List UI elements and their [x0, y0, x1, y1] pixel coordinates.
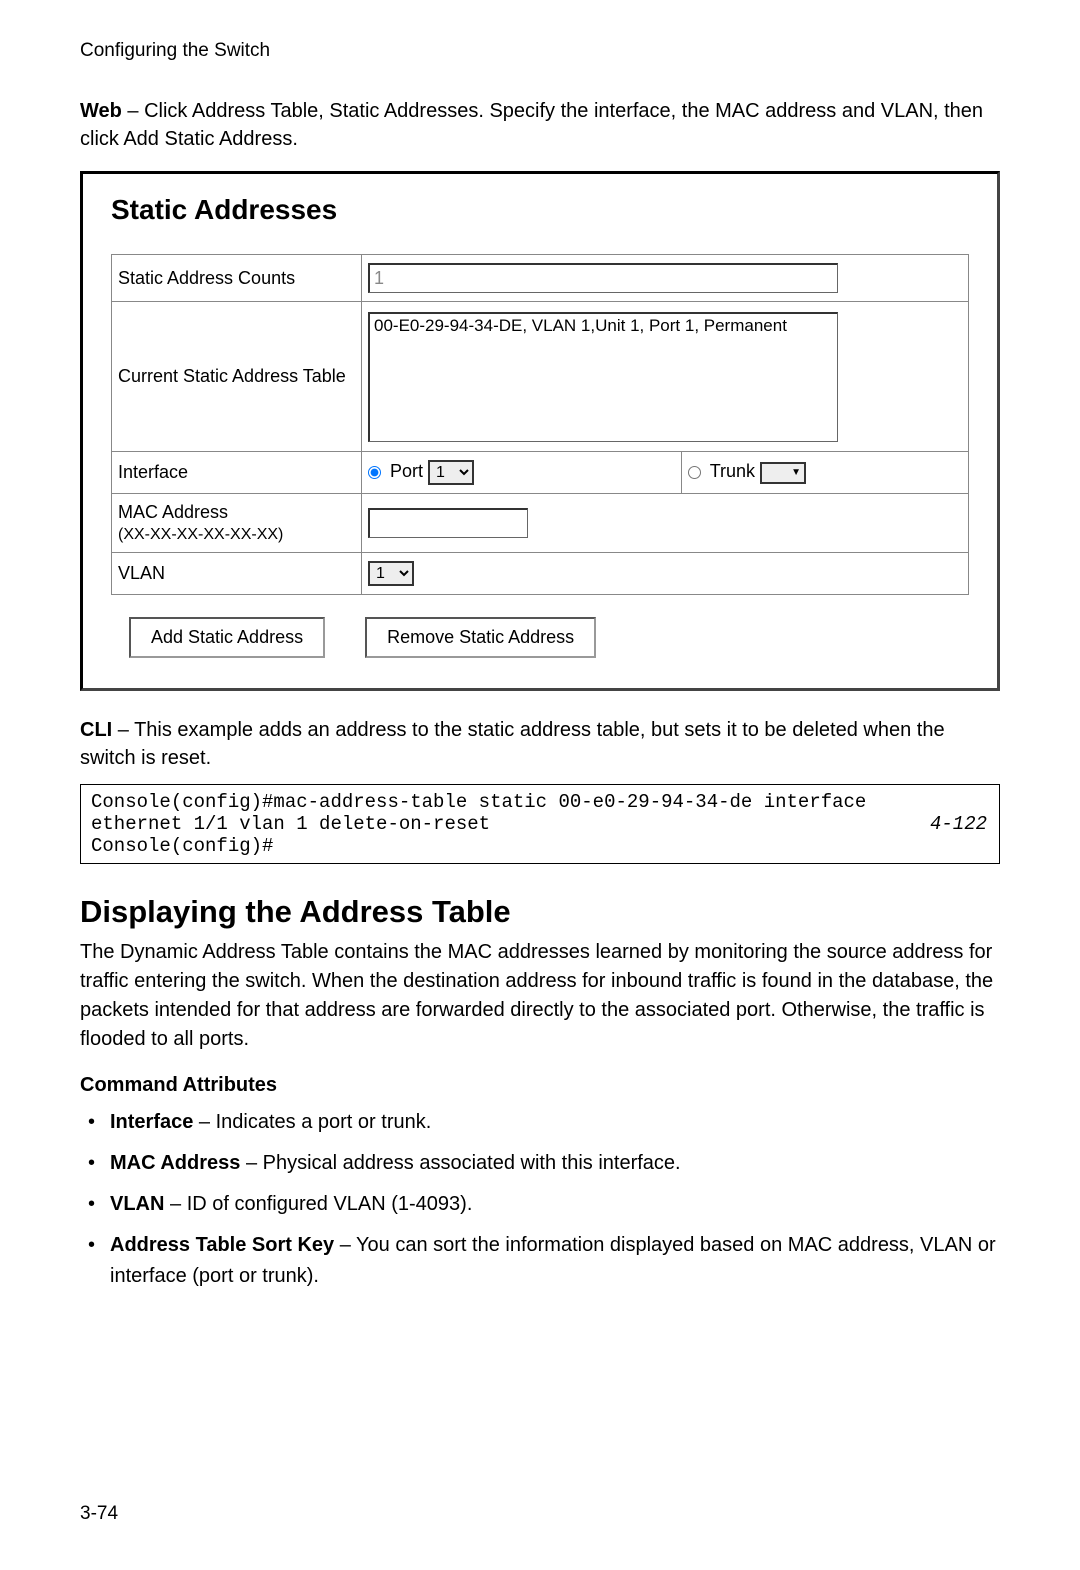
- static-addresses-panel: Static Addresses Static Address Counts C…: [80, 171, 1000, 691]
- mac-hint: (XX-XX-XX-XX-XX-XX): [118, 526, 283, 543]
- counts-label: Static Address Counts: [112, 255, 362, 302]
- web-text: – Click Address Table, Static Addresses.…: [80, 100, 983, 150]
- cli-line1: Console(config)#mac-address-table static…: [91, 791, 989, 813]
- static-address-form: Static Address Counts Current Static Add…: [111, 254, 969, 595]
- list-item: Address Table Sort Key – You can sort th…: [110, 1230, 1000, 1292]
- cli-ref: 4-122: [930, 813, 987, 835]
- web-lead: Web: [80, 100, 122, 122]
- cli-intro: CLI – This example adds an address to th…: [80, 716, 1000, 772]
- attribute-list: Interface – Indicates a port or trunk. M…: [80, 1107, 1000, 1292]
- current-table-label: Current Static Address Table: [112, 302, 362, 452]
- counts-input[interactable]: [368, 263, 838, 293]
- cli-text: – This example adds an address to the st…: [80, 719, 945, 769]
- button-row: Add Static Address Remove Static Address: [111, 617, 969, 658]
- cli-lead: CLI: [80, 719, 112, 741]
- list-item: VLAN – ID of configured VLAN (1-4093).: [110, 1189, 1000, 1220]
- add-static-address-button[interactable]: Add Static Address: [129, 617, 325, 658]
- trunk-select[interactable]: [760, 462, 806, 484]
- vlan-label: VLAN: [112, 553, 362, 595]
- mac-label: MAC Address: [118, 502, 228, 522]
- web-intro: Web – Click Address Table, Static Addres…: [80, 97, 1000, 153]
- page-header: Configuring the Switch: [80, 40, 1000, 62]
- port-select[interactable]: 1: [428, 460, 474, 485]
- interface-label: Interface: [112, 452, 362, 494]
- section-body: The Dynamic Address Table contains the M…: [80, 938, 1000, 1054]
- panel-title: Static Addresses: [111, 194, 969, 226]
- vlan-select[interactable]: 1: [368, 561, 414, 586]
- mac-label-cell: MAC Address (XX-XX-XX-XX-XX-XX): [112, 494, 362, 553]
- port-label: Port: [390, 461, 423, 481]
- port-radio[interactable]: [368, 466, 381, 479]
- cli-line2: ethernet 1/1 vlan 1 delete-on-reset: [91, 813, 989, 835]
- page-number: 3-74: [80, 1503, 118, 1525]
- section-heading: Displaying the Address Table: [80, 894, 1000, 930]
- trunk-label: Trunk: [710, 461, 755, 481]
- current-table-listbox[interactable]: 00-E0-29-94-34-DE, VLAN 1,Unit 1, Port 1…: [368, 312, 838, 442]
- cli-example: Console(config)#mac-address-table static…: [80, 784, 1000, 864]
- list-item: Interface – Indicates a port or trunk.: [110, 1107, 1000, 1138]
- trunk-radio[interactable]: [688, 466, 701, 479]
- remove-static-address-button[interactable]: Remove Static Address: [365, 617, 596, 658]
- mac-input[interactable]: [368, 508, 528, 538]
- command-attributes-heading: Command Attributes: [80, 1074, 1000, 1097]
- list-item: MAC Address – Physical address associate…: [110, 1148, 1000, 1179]
- cli-line3: Console(config)#: [91, 835, 989, 857]
